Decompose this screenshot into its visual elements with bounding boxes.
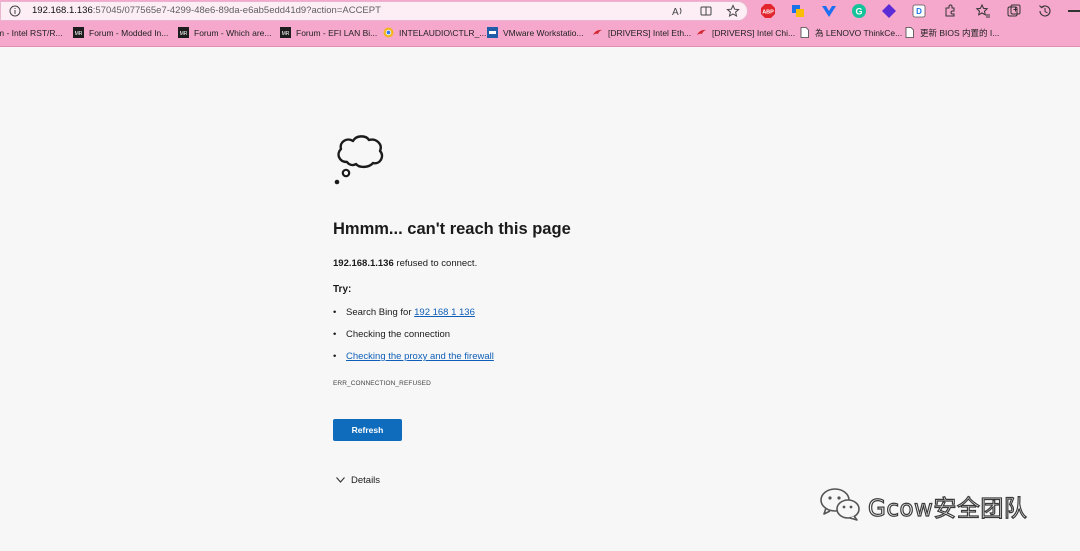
- bookmark-item[interactable]: m - Intel RST/R...: [0, 27, 63, 39]
- vue-devtools-icon[interactable]: [821, 3, 837, 19]
- bookmark-item[interactable]: [DRIVERS] Intel Eth...: [608, 27, 691, 39]
- bookmark-item[interactable]: VMware Workstatio...: [503, 27, 584, 39]
- svg-text:MR: MR: [180, 31, 188, 37]
- refused-message: 192.168.1.136 refused to connect.: [333, 258, 477, 269]
- svg-text:MR: MR: [282, 31, 290, 37]
- try-heading: Try:: [333, 284, 352, 295]
- url-path: :57045/077565e7-4299-48e6-89da-e6ab5edd4…: [92, 5, 381, 16]
- page-title: Hmmm... can't reach this page: [333, 220, 571, 238]
- refused-text: refused to connect.: [393, 258, 478, 269]
- more-icon[interactable]: [1066, 3, 1080, 19]
- translate-extension-icon[interactable]: D: [911, 3, 927, 19]
- details-label: Details: [351, 475, 381, 486]
- rog-icon: [697, 29, 706, 35]
- suggestion-check-proxy: • Checking the proxy and the firewall: [333, 351, 494, 362]
- svg-text:MR: MR: [75, 31, 83, 37]
- suggestion-check-connection: • Checking the connection: [333, 329, 450, 340]
- grammarly-icon[interactable]: G: [851, 3, 867, 19]
- forum-icon: MR: [178, 27, 189, 38]
- tab-extension-icon[interactable]: [790, 3, 806, 19]
- chevron-down-icon: [336, 477, 345, 484]
- url-text[interactable]: 192.168.1.136:57045/077565e7-4299-48e6-8…: [32, 5, 381, 17]
- forum-icon: MR: [73, 27, 84, 38]
- bullet: •: [333, 307, 337, 318]
- search-bing-link[interactable]: 192 168 1 136: [414, 307, 475, 318]
- host-name: 192.168.1.136: [333, 258, 394, 269]
- bullet: •: [333, 329, 337, 340]
- history-icon[interactable]: [1037, 3, 1053, 19]
- page-icon: [905, 27, 914, 38]
- favorites-icon[interactable]: [975, 3, 991, 19]
- svg-text:D: D: [916, 7, 922, 16]
- collections-icon[interactable]: [1006, 3, 1022, 19]
- bookmark-item[interactable]: 為 LENOVO ThinkCe...: [815, 27, 902, 39]
- bookmark-item[interactable]: Forum - Which are...: [194, 27, 271, 39]
- bookmark-item[interactable]: Forum - EFI LAN Bi...: [296, 27, 377, 39]
- check-proxy-firewall-link[interactable]: Checking the proxy and the firewall: [346, 351, 494, 362]
- browser-chrome: 192.168.1.136:57045/077565e7-4299-48e6-8…: [0, 0, 1080, 47]
- refresh-button[interactable]: Refresh: [333, 419, 402, 441]
- vmware-icon: [487, 27, 498, 38]
- immersive-reader-icon[interactable]: [699, 4, 713, 18]
- suggestion-search-bing: • Search Bing for 192 168 1 136: [333, 307, 475, 318]
- adblock-extension-icon[interactable]: ABP: [760, 3, 776, 19]
- chrome-icon: [383, 27, 394, 38]
- bullet: •: [333, 351, 337, 362]
- wechat-icon: [820, 488, 860, 521]
- extensions-puzzle-icon[interactable]: [942, 3, 958, 19]
- suggestion-text: Search Bing for: [346, 307, 415, 318]
- bookmark-item[interactable]: [DRIVERS] Intel Chi...: [712, 27, 795, 39]
- purple-extension-icon[interactable]: [881, 3, 897, 19]
- address-bar[interactable]: 192.168.1.136:57045/077565e7-4299-48e6-8…: [0, 1, 748, 21]
- read-aloud-icon[interactable]: A: [671, 4, 685, 18]
- bookmark-item[interactable]: 更新 BIOS 内置的 I...: [920, 27, 999, 39]
- info-icon[interactable]: [9, 5, 21, 17]
- page-icon: [800, 27, 809, 38]
- thought-cloud-icon: [334, 135, 384, 185]
- svg-text:ABP: ABP: [762, 10, 774, 16]
- favorite-star-icon[interactable]: [726, 4, 740, 18]
- suggestion-text: Checking the connection: [346, 329, 451, 340]
- watermark-text: Gcow安全团队: [867, 495, 1028, 522]
- error-code: ERR_CONNECTION_REFUSED: [333, 380, 431, 387]
- bookmarks-bar: m - Intel RST/R... MR Forum - Modded In.…: [0, 24, 1080, 42]
- svg-text:A: A: [672, 7, 679, 18]
- forum-icon: MR: [280, 27, 291, 38]
- url-host: 192.168.1.136: [32, 5, 93, 16]
- bookmark-item[interactable]: INTELAUDIO\CTLR_...: [399, 27, 486, 39]
- bookmark-item[interactable]: Forum - Modded In...: [89, 27, 168, 39]
- svg-text:G: G: [855, 7, 862, 17]
- details-toggle[interactable]: Details: [336, 475, 380, 486]
- rog-icon: [593, 29, 602, 35]
